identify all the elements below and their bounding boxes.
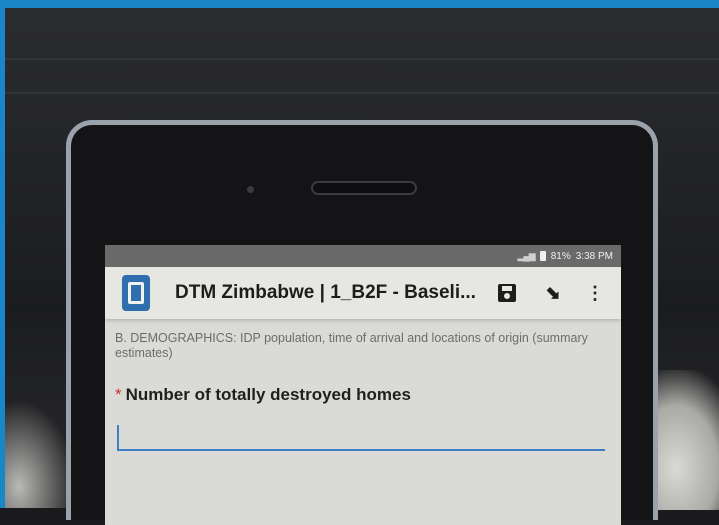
app-toolbar: DTM Zimbabwe | 1_B2F - Baseli... ⬊ ⋮ — [105, 267, 621, 319]
required-marker: * — [115, 385, 122, 404]
status-bar: ▂▄▆ 81% 3:38 PM — [105, 245, 621, 267]
phone-screen: ▂▄▆ 81% 3:38 PM DTM Zimbabwe | 1_B2F - B… — [105, 245, 621, 525]
save-button[interactable] — [493, 279, 521, 307]
frame-border-top — [0, 0, 719, 8]
overflow-menu-button[interactable]: ⋮ — [581, 279, 609, 307]
send-button[interactable]: ⬊ — [539, 279, 567, 307]
send-icon: ⬊ — [545, 282, 561, 303]
signal-icon: ▂▄▆ — [517, 250, 536, 261]
frame-border-left — [0, 0, 5, 508]
phone-device: ▂▄▆ 81% 3:38 PM DTM Zimbabwe | 1_B2F - B… — [66, 120, 658, 525]
save-icon — [498, 284, 516, 302]
question-text: Number of totally destroyed homes — [125, 385, 411, 404]
collect-app-icon — [122, 275, 150, 311]
answer-input[interactable] — [117, 417, 605, 451]
question-label: * Number of totally destroyed homes — [115, 385, 605, 405]
battery-icon — [539, 251, 546, 261]
clock: 3:38 PM — [575, 250, 613, 262]
hand-highlight — [5, 400, 75, 508]
battery-level: 81% — [550, 250, 571, 262]
section-heading: B. DEMOGRAPHICS: IDP population, time of… — [115, 331, 588, 360]
dashboard-seam — [5, 58, 719, 60]
earpiece-speaker — [311, 181, 417, 195]
more-vert-icon: ⋮ — [586, 282, 604, 303]
dashboard-seam — [5, 92, 719, 94]
front-camera — [247, 186, 254, 193]
text-cursor — [117, 425, 119, 449]
form-title: DTM Zimbabwe | 1_B2F - Baseli... — [175, 282, 475, 303]
